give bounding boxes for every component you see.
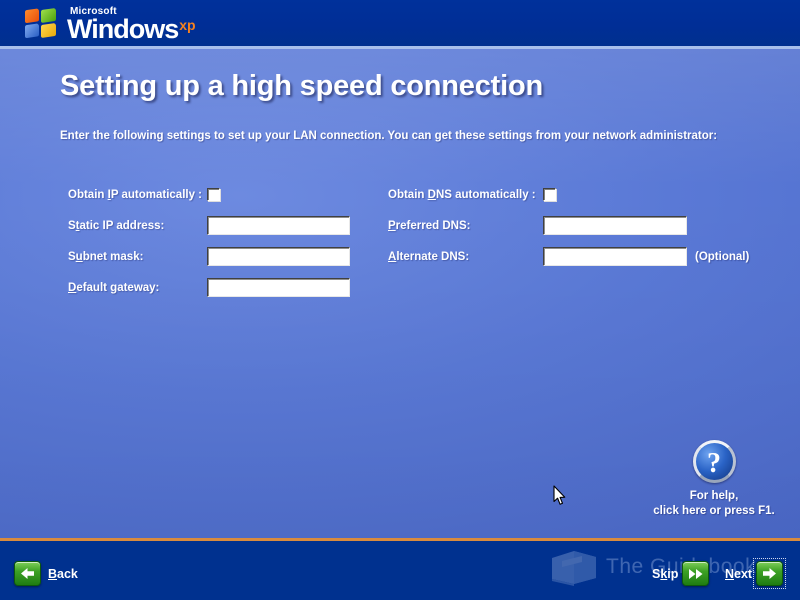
help-line-1: For help, <box>689 490 739 502</box>
dns-settings-column: Obtain DNS automatically : Preferred DNS… <box>388 184 749 277</box>
static-ip-address-label: Static IP address: <box>68 219 165 232</box>
skip-button-label: Skip <box>652 566 679 581</box>
obtain-ip-automatically-checkbox[interactable] <box>207 188 220 201</box>
static-ip-address-input[interactable] <box>207 216 350 235</box>
windows-wordmark: Microsoft Windows xp <box>67 5 196 44</box>
subnet-mask-input[interactable] <box>207 247 350 266</box>
lan-settings-column: Obtain IP automatically : Static IP addr… <box>68 184 350 308</box>
xp-text: xp <box>179 17 196 33</box>
alternate-dns-label: Alternate DNS: <box>388 250 470 263</box>
page-title: Setting up a high speed connection <box>60 70 543 102</box>
intro-instructions: Enter the following settings to set up y… <box>60 130 718 142</box>
help-block[interactable]: ? For help, click here or press F1. <box>640 440 788 519</box>
question-mark-icon[interactable]: ? <box>692 440 736 483</box>
default-gateway-label: Default gateway: <box>68 281 160 294</box>
field-row: Subnet mask: <box>68 246 350 267</box>
help-line-2: click here or press F1. <box>653 505 775 517</box>
preferred-dns-label: Preferred DNS: <box>388 219 471 232</box>
skip-button[interactable]: Skip <box>652 561 710 586</box>
field-row: Default gateway: <box>68 277 350 298</box>
default-gateway-input[interactable] <box>207 278 350 297</box>
obtain-dns-automatically-checkbox[interactable] <box>543 188 556 201</box>
next-button-label: Next <box>725 566 753 581</box>
windows-xp-logo: Microsoft Windows xp <box>24 5 196 43</box>
setup-wizard-screen: Microsoft Windows xp Setting up a high s… <box>0 0 800 600</box>
next-button[interactable]: Next <box>725 558 787 589</box>
double-arrow-right-icon <box>682 561 710 586</box>
field-row: Alternate DNS: (Optional) <box>388 246 749 267</box>
field-row: Static IP address: <box>68 215 350 236</box>
windows-flag-icon <box>24 6 58 42</box>
alternate-dns-input[interactable] <box>543 247 687 266</box>
field-row: Obtain DNS automatically : <box>388 184 749 205</box>
back-button[interactable]: Back <box>14 561 78 586</box>
windows-text: Windows <box>67 14 179 44</box>
obtain-ip-automatically-label: Obtain IP automatically : <box>68 188 203 201</box>
arrow-left-icon <box>14 561 41 586</box>
field-row: Preferred DNS: <box>388 215 749 236</box>
field-row: Obtain IP automatically : <box>68 184 350 205</box>
preferred-dns-input[interactable] <box>543 216 687 235</box>
header-bar: Microsoft Windows xp <box>0 0 800 46</box>
obtain-dns-automatically-label: Obtain DNS automatically : <box>388 188 536 201</box>
arrow-right-icon <box>756 561 784 586</box>
subnet-mask-label: Subnet mask: <box>68 250 144 263</box>
back-button-label: Back <box>48 566 78 581</box>
alternate-dns-optional-note: (Optional) <box>695 250 750 263</box>
